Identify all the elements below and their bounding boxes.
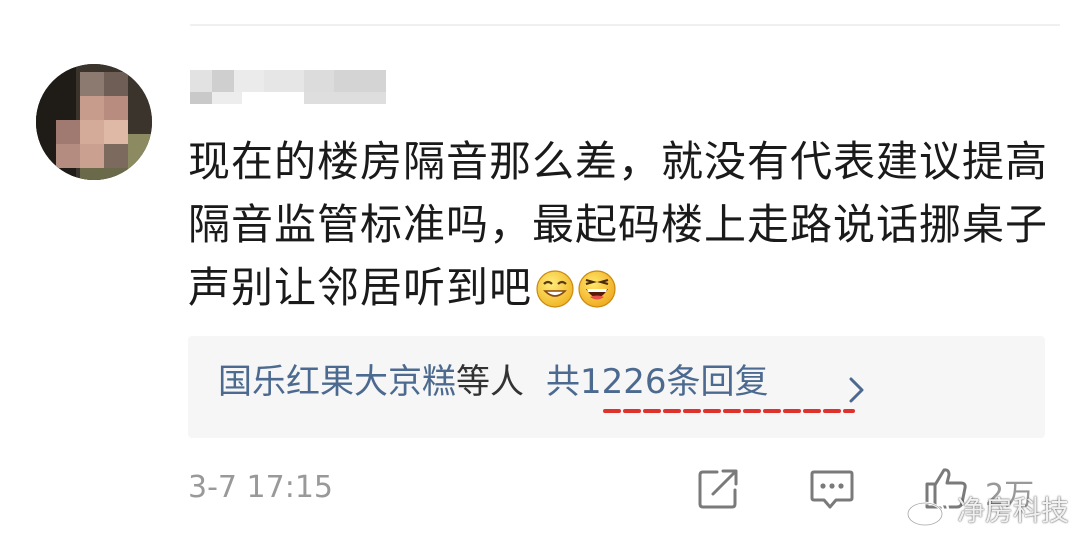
watermark-text: 净房科技 — [957, 494, 1070, 527]
chevron-right-icon[interactable] — [848, 376, 866, 404]
comment-body: 现在的楼房隔音那么差，就没有代表建议提高隔音监管标准吗，最起码楼上走路说话挪桌子… — [188, 130, 1058, 319]
timestamp: 3-7 17:15 — [188, 470, 333, 505]
weibo-watermark: 净房科技 — [905, 494, 1075, 528]
share-button[interactable] — [695, 464, 743, 512]
comment-card: 现在的楼房隔音那么差，就没有代表建议提高隔音监管标准吗，最起码楼上走路说话挪桌子… — [0, 0, 1080, 536]
comment-text: 现在的楼房隔音那么差，就没有代表建议提高隔音监管标准吗，最起码楼上走路说话挪桌子… — [188, 137, 1049, 312]
laugh-emoji — [578, 270, 616, 308]
reply-author-names[interactable]: 国乐红果大京糕 — [218, 362, 456, 402]
comment-icon — [810, 470, 854, 509]
username-redacted[interactable] — [190, 70, 386, 104]
divider — [190, 24, 1060, 26]
grin-emoji — [536, 270, 574, 308]
share-icon — [698, 469, 738, 509]
reply-suffix: 等人 — [456, 362, 524, 402]
avatar[interactable] — [36, 64, 152, 180]
reply-summary[interactable]: 国乐红果大京糕等人 共1226条回复 — [188, 336, 1045, 438]
comment-button[interactable] — [808, 464, 856, 512]
weibo-logo-icon — [906, 498, 950, 527]
reply-summary-text[interactable]: 国乐红果大京糕等人 共1226条回复 — [218, 358, 769, 406]
highlight-underline — [603, 409, 855, 413]
reply-count[interactable]: 共1226条回复 — [546, 362, 769, 402]
